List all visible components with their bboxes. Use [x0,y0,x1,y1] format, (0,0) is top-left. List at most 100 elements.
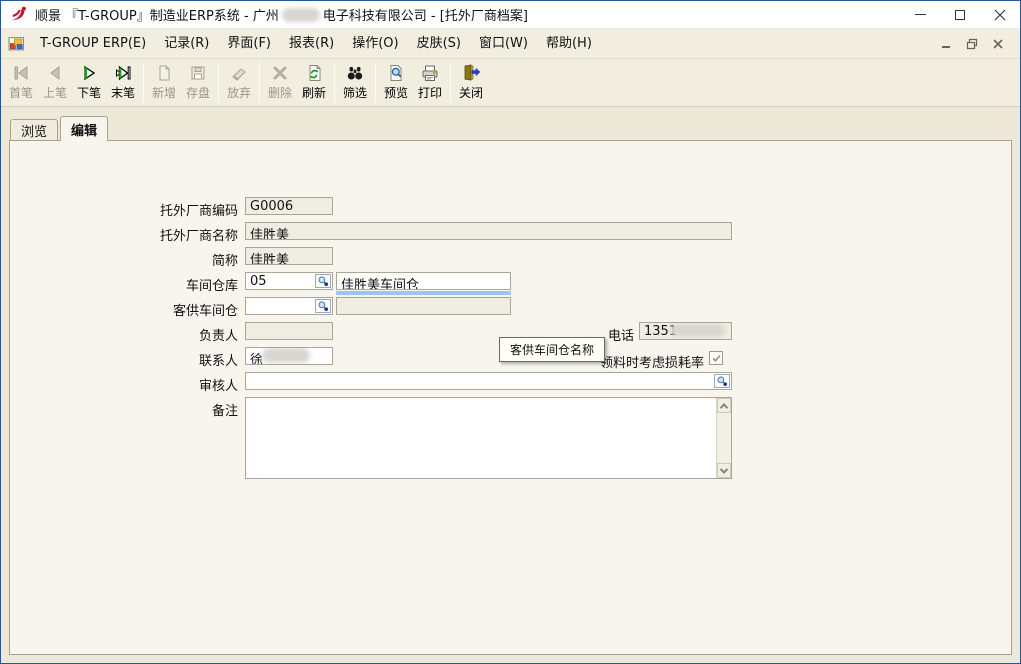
window-title: 顺景 『T-GROUP』制造业ERP系统 - 广州 电子科技有限公司 - [托外… [35,5,528,24]
maximize-icon [955,10,965,20]
binoculars-icon [345,63,365,83]
menu-report[interactable]: 报表(R) [280,30,343,58]
mdi-restore-button[interactable] [965,37,979,51]
window-close-button[interactable] [980,1,1020,28]
vendor-code-label: 托外厂商编码 [10,200,238,219]
scroll-up-button[interactable] [717,398,731,413]
workshop-warehouse-code-value: 05 [250,274,267,289]
toolbar-separator [450,63,451,103]
redacted-phone [670,324,725,337]
nav-next-icon [79,63,99,83]
last-record-button[interactable]: 末笔 [106,61,140,105]
button-label: 预览 [384,84,408,101]
short-name-field[interactable]: 佳胜美 [245,247,333,265]
minimize-icon [915,14,926,15]
menu-operation[interactable]: 操作(O) [343,30,407,58]
first-record-button: 首笔 [4,61,38,105]
menu-interface[interactable]: 界面(F) [218,30,280,58]
reviewer-field[interactable] [245,372,732,390]
content-area: 浏览 编辑 托外厂商编码 G0006 托外厂商名称 佳胜美 简称 佳胜美 车间仓… [4,108,1017,660]
workshop-warehouse-lookup-button[interactable] [315,274,331,288]
menu-record[interactable]: 记录(R) [155,30,218,58]
window-minimize-button[interactable] [900,1,940,28]
button-label: 首笔 [9,84,33,101]
menu-window[interactable]: 窗口(W) [470,30,537,58]
mdi-minimize-icon [942,46,950,48]
contact-field[interactable]: 徐 [245,347,333,365]
window-maximize-button[interactable] [940,1,980,28]
edit-tab-page: 托外厂商编码 G0006 托外厂商名称 佳胜美 简称 佳胜美 车间仓库 05 佳… [9,140,1012,655]
menu-skin[interactable]: 皮肤(S) [408,30,470,58]
nav-prev-icon [45,63,65,83]
toolbar-separator [218,63,219,103]
customer-warehouse-label: 客供车间仓 [10,300,238,319]
remarks-scrollbar[interactable] [716,398,731,478]
menu-help[interactable]: 帮助(H) [537,30,601,58]
chevron-up-icon [720,403,728,411]
refresh-button[interactable]: 刷新 [297,61,331,105]
eraser-icon [229,63,249,83]
save-floppy-icon [188,63,208,83]
contact-label: 联系人 [10,350,238,369]
prev-record-button: 上笔 [38,61,72,105]
abandon-button: 放弃 [222,61,256,105]
loss-rate-checkbox[interactable] [709,351,723,365]
new-button: 新增 [147,61,181,105]
mdi-window-controls [939,37,1005,51]
person-in-charge-field[interactable] [245,322,333,340]
toolbar-separator [259,63,260,103]
focus-highlight [336,291,511,295]
short-name-label: 简称 [10,250,238,269]
button-label: 末笔 [111,84,135,101]
close-form-button[interactable]: 关闭 [454,61,488,105]
remarks-textarea[interactable] [245,397,732,479]
button-label: 关闭 [459,84,483,101]
button-label: 删除 [268,84,292,101]
redacted-company-name [282,8,320,22]
exit-door-icon [461,63,481,83]
person-in-charge-label: 负责人 [10,325,238,344]
refresh-icon [304,63,324,83]
tab-browse[interactable]: 浏览 [10,119,58,140]
button-label: 放弃 [227,84,251,101]
tab-edit[interactable]: 编辑 [60,116,108,141]
filter-button[interactable]: 筛选 [338,61,372,105]
reviewer-lookup-button[interactable] [714,374,730,388]
workshop-warehouse-code-field[interactable]: 05 [245,272,333,290]
menu-tgroup-erp[interactable]: T-GROUP ERP(E) [31,30,155,58]
button-label: 上笔 [43,84,67,101]
next-record-button[interactable]: 下笔 [72,61,106,105]
toolbar-separator [143,63,144,103]
vendor-name-label: 托外厂商名称 [10,225,238,244]
redacted-contact [262,348,310,363]
button-label: 刷新 [302,84,326,101]
workshop-warehouse-name-field[interactable]: 佳胜美车间仓 [336,272,511,290]
button-label: 打印 [418,84,442,101]
remarks-label: 备注 [10,400,238,419]
button-label: 下笔 [77,84,101,101]
scroll-down-button[interactable] [717,463,731,478]
magnifier-icon [716,375,729,388]
customer-warehouse-name-field[interactable] [336,297,511,315]
toolbar-separator [375,63,376,103]
vendor-code-field[interactable]: G0006 [245,197,333,215]
print-button[interactable]: 打印 [413,61,447,105]
mdi-minimize-button[interactable] [939,37,953,51]
preview-button[interactable]: 预览 [379,61,413,105]
toolbar-separator [334,63,335,103]
delete-button: 删除 [263,61,297,105]
customer-warehouse-lookup-button[interactable] [315,299,331,313]
chevron-down-icon [720,465,728,473]
checkmark-icon [711,353,722,364]
app-logo-icon [9,5,28,24]
customer-warehouse-code-field[interactable] [245,297,333,315]
tab-strip: 浏览 编辑 [10,116,110,141]
magnifier-icon [317,275,330,288]
customer-warehouse-name-tooltip: 客供车间仓名称 [499,337,605,362]
printer-icon [420,63,440,83]
phone-field[interactable]: 1351 [639,322,732,340]
app-window: 顺景 『T-GROUP』制造业ERP系统 - 广州 电子科技有限公司 - [托外… [0,0,1021,664]
mdi-close-button[interactable] [991,37,1005,51]
save-button: 存盘 [181,61,215,105]
vendor-name-field[interactable]: 佳胜美 [245,222,732,240]
